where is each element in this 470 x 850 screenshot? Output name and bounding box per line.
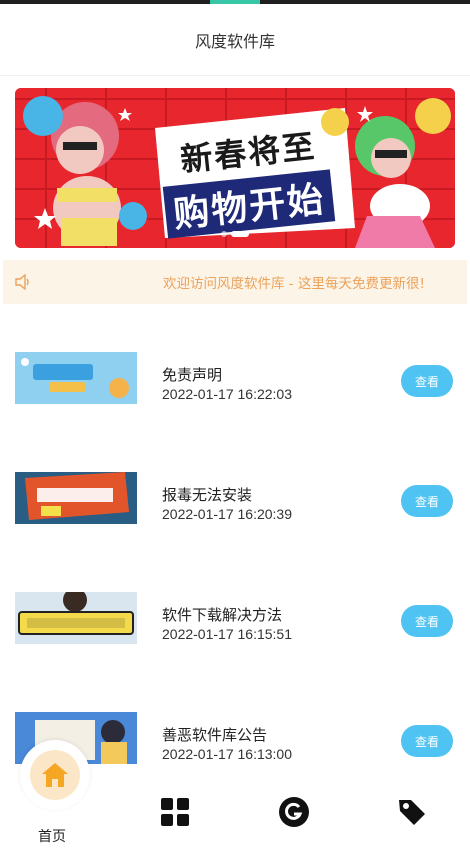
list-item[interactable]: 软件下载解决方法 2022-01-17 16:15:51 查看: [0, 570, 470, 650]
article-title: 报毒无法安装: [162, 486, 253, 504]
tag-icon[interactable]: [396, 796, 428, 828]
article-time: 2022-01-17 16:15:51: [162, 626, 292, 642]
article-title: 免责声明: [162, 366, 223, 384]
tab-home[interactable]: [20, 740, 90, 810]
view-button[interactable]: 查看: [401, 485, 453, 517]
list-item[interactable]: 免责声明 2022-01-17 16:22:03 查看: [0, 330, 470, 410]
speaker-icon: [3, 274, 43, 290]
bottom-tab-bar: 首页: [0, 740, 470, 850]
article-thumbnail: [15, 352, 137, 404]
notice-bar[interactable]: 欢迎访问风度软件库 - 这里每天免费更新很!: [3, 260, 467, 304]
view-button[interactable]: 查看: [401, 605, 453, 637]
carousel-dot[interactable]: [221, 231, 227, 237]
article-title: 善恶软件库公告: [162, 726, 268, 744]
carousel-indicator[interactable]: [15, 231, 455, 237]
article-time: 2022-01-17 16:22:03: [162, 386, 292, 402]
article-title: 软件下载解决方法: [162, 606, 283, 624]
list-item[interactable]: 报毒无法安装 2022-01-17 16:20:39 查看: [0, 450, 470, 530]
g-logo-icon[interactable]: [278, 796, 310, 828]
home-icon: [42, 763, 68, 787]
tab-home-label[interactable]: 首页: [38, 826, 66, 846]
article-thumbnail: [15, 472, 137, 524]
promo-banner[interactable]: 新春将至 购物开始: [15, 88, 455, 248]
view-button[interactable]: 查看: [401, 365, 453, 397]
view-button[interactable]: 查看: [401, 725, 453, 757]
notice-text: 欢迎访问风度软件库 - 这里每天免费更新很!: [163, 276, 425, 292]
grid-icon[interactable]: [159, 796, 191, 828]
app-header: 风度软件库: [0, 4, 470, 76]
article-time: 2022-01-17 16:20:39: [162, 506, 292, 522]
home-icon-bg: [30, 750, 80, 800]
page-title: 风度软件库: [194, 31, 275, 51]
article-thumbnail: [15, 592, 137, 644]
carousel-dot-active[interactable]: [231, 231, 249, 237]
article-time: 2022-01-17 16:13:00: [162, 746, 292, 762]
